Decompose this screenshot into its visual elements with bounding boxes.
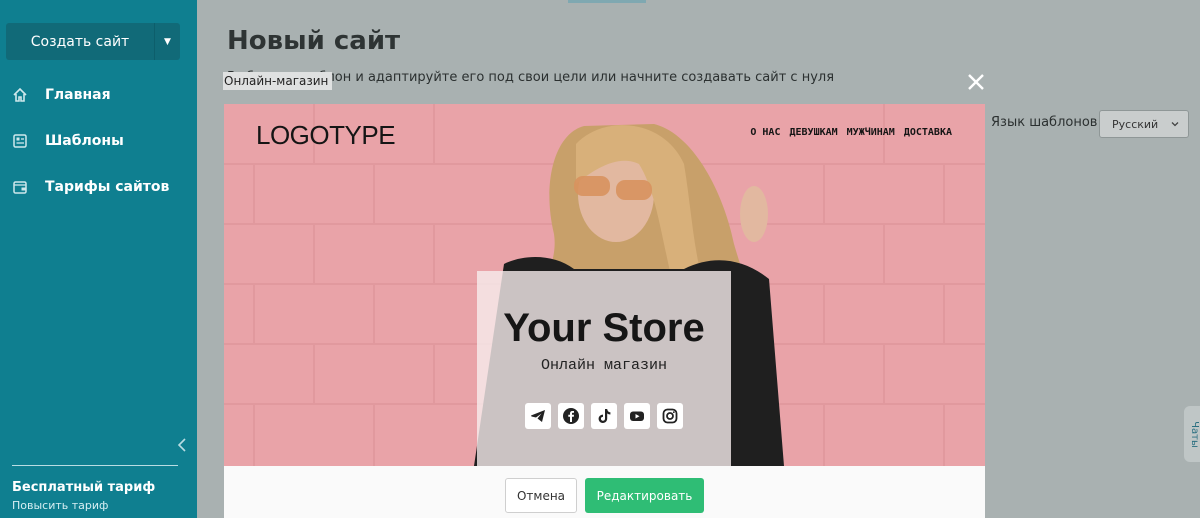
cancel-button[interactable]: Отмена	[505, 478, 577, 513]
preview-nav-item: ДОСТАВКА	[903, 127, 952, 138]
sidebar: Создать сайт ▼ Главная Шаблоны Тарифы са…	[0, 0, 197, 518]
preview-nav-item: ДЕВУШКАМ	[789, 127, 838, 138]
template-preview: LOGOTYPE О НАС ДЕВУШКАМ МУЖЧИНАМ ДОСТАВК…	[224, 104, 985, 466]
youtube-icon	[624, 403, 650, 429]
create-site-button-group: Создать сайт ▼	[6, 23, 180, 60]
edit-template-button[interactable]: Редактировать	[585, 478, 704, 513]
chevron-down-icon	[1170, 119, 1180, 129]
tiktok-icon	[591, 403, 617, 429]
upgrade-plan-link[interactable]: Повысить тариф	[12, 499, 108, 512]
templates-icon	[12, 133, 28, 149]
telegram-icon	[525, 403, 551, 429]
sidebar-item-home[interactable]: Главная	[12, 83, 111, 107]
preview-nav-item: О НАС	[750, 127, 781, 138]
sidebar-item-tariffs[interactable]: Тарифы сайтов	[12, 175, 169, 199]
close-icon[interactable]	[967, 73, 985, 91]
template-language-value: Русский	[1112, 117, 1159, 131]
chats-tab[interactable]: Чаты	[1184, 406, 1200, 462]
chats-tab-label: Чаты	[1188, 420, 1200, 448]
collapse-sidebar-icon[interactable]	[175, 436, 189, 454]
instagram-icon	[657, 403, 683, 429]
preview-nav-item: МУЖЧИНАМ	[846, 127, 895, 138]
preview-social-links	[525, 403, 683, 429]
home-icon	[12, 87, 28, 103]
top-tab-indicator	[568, 0, 646, 3]
sidebar-item-templates[interactable]: Шаблоны	[12, 129, 124, 153]
template-language-select[interactable]: Русский	[1099, 110, 1189, 138]
page-title: Новый сайт	[227, 26, 401, 56]
sidebar-item-label: Шаблоны	[45, 133, 124, 149]
preview-hero-card: Your Store Онлайн магазин	[477, 271, 731, 466]
wallet-icon	[12, 179, 28, 195]
template-preview-modal: LOGOTYPE О НАС ДЕВУШКАМ МУЖЧИНАМ ДОСТАВК…	[224, 104, 985, 518]
create-site-button[interactable]: Создать сайт	[6, 23, 154, 60]
facebook-icon	[558, 403, 584, 429]
preview-logo: LOGOTYPE	[256, 120, 396, 150]
modal-footer: Отмена Редактировать	[224, 466, 985, 518]
sidebar-divider	[12, 465, 178, 466]
caret-down-icon: ▼	[164, 36, 171, 47]
template-name-label: Онлайн-магазин	[223, 72, 333, 90]
sidebar-item-label: Главная	[45, 87, 111, 103]
template-language-label: Язык шаблонов:	[991, 115, 1102, 130]
preview-nav: О НАС ДЕВУШКАМ МУЖЧИНАМ ДОСТАВКА	[750, 127, 952, 138]
sidebar-item-label: Тарифы сайтов	[45, 179, 170, 195]
preview-hero-title: Your Store	[503, 306, 705, 350]
preview-hero-subtitle: Онлайн магазин	[540, 357, 668, 374]
plan-title: Бесплатный тариф	[12, 480, 156, 495]
create-site-dropdown-button[interactable]: ▼	[154, 23, 180, 60]
